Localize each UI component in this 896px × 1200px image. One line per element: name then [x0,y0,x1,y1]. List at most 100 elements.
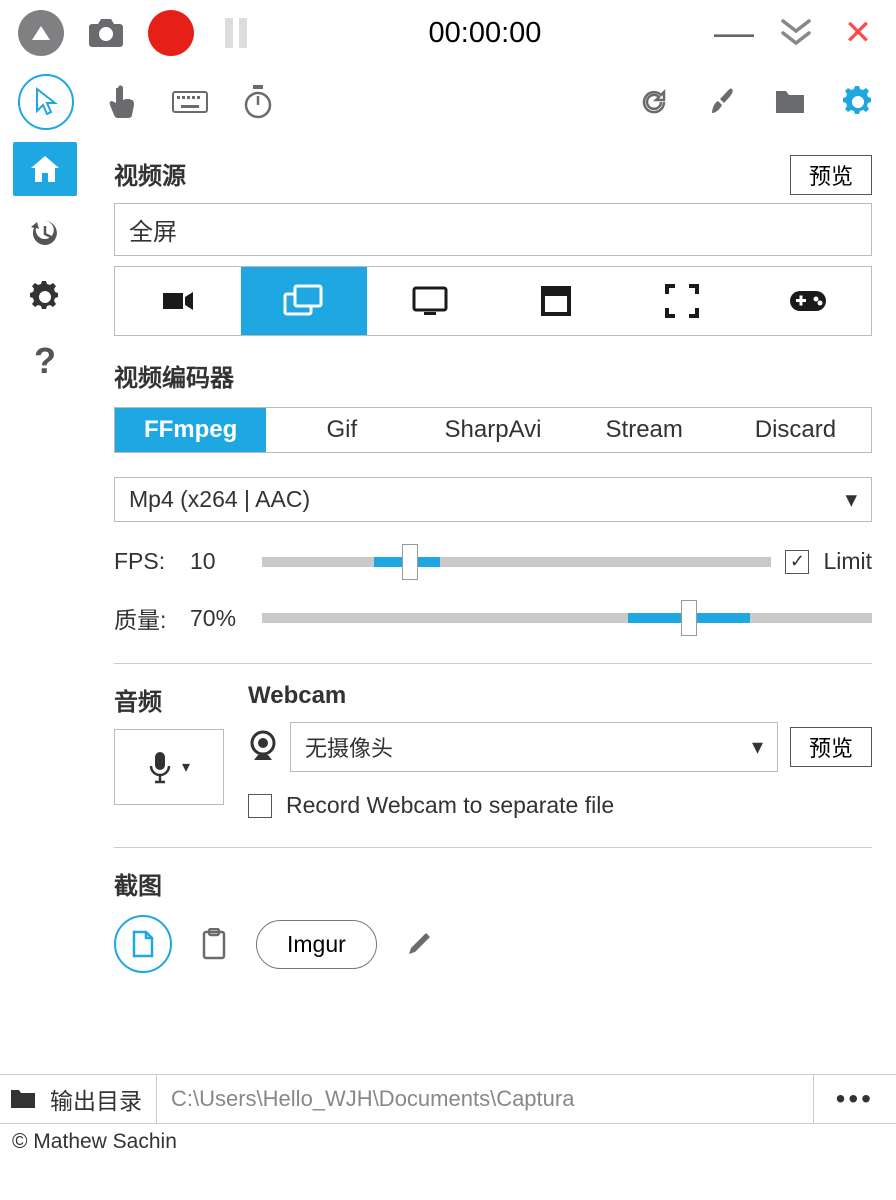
codec-value: Mp4 (x264 | AAC) [129,486,310,513]
divider [114,847,872,848]
mic-icon [148,750,172,784]
audio-button[interactable]: ▾ [114,729,224,805]
nav-help[interactable]: ? [13,334,77,388]
video-source-value: 全屏 [129,219,177,246]
refresh-icon [639,87,669,117]
imgur-button[interactable]: Imgur [256,920,377,969]
keyboard-icon [172,91,208,113]
refresh-button[interactable] [634,82,674,122]
source-type-tabs [114,266,872,336]
pause-icon [225,18,247,48]
timer-display: 00:00:00 [278,17,692,50]
home-icon [29,154,61,184]
chevron-down-icon: ▾ [845,486,857,513]
click-tool[interactable] [102,82,142,122]
videocam-icon [161,289,195,313]
source-window[interactable] [493,267,619,335]
divider [114,663,872,664]
output-footer: 输出目录 C:\Users\Hello_WJH\Documents\Captur… [0,1074,896,1124]
preview-button[interactable]: 预览 [790,155,872,195]
source-game[interactable] [745,267,871,335]
video-source-select[interactable]: 全屏 [114,203,872,256]
settings-button[interactable] [838,82,878,122]
source-region[interactable] [619,267,745,335]
encoder-tab-gif[interactable]: Gif [266,408,417,452]
more-button[interactable]: ••• [814,1083,896,1115]
source-monitor[interactable] [367,267,493,335]
nav-home[interactable] [13,142,77,196]
encoder-tab-discard[interactable]: Discard [720,408,871,452]
quality-label: 质量: [114,601,176,635]
history-icon [29,217,61,249]
webcam-label: Webcam [248,682,872,710]
stopwatch-icon [243,85,273,119]
fps-row: FPS: 10 ✓ Limit [114,548,872,575]
collapse-button[interactable] [18,10,64,56]
copyright: © Mathew Sachin [0,1124,896,1160]
nav-history[interactable] [13,206,77,260]
screenshot-button[interactable] [86,13,126,53]
pause-button[interactable] [216,13,256,53]
output-path[interactable]: C:\Users\Hello_WJH\Documents\Captura [157,1075,814,1123]
clipboard-button[interactable] [194,924,234,964]
chevron-down-icon: ▾ [182,757,190,777]
camera-icon [89,19,123,47]
encoder-tabs: FFmpeg Gif SharpAvi Stream Discard [114,407,872,453]
minimize-button[interactable]: — [714,13,754,53]
video-source-label: 视频源 [114,156,186,191]
expand-down-button[interactable] [776,13,816,53]
file-icon [132,930,154,958]
clipboard-icon [201,928,227,960]
screens-icon [283,284,325,318]
output-dir-label[interactable]: 输出目录 [0,1075,157,1123]
folder-button[interactable] [770,82,810,122]
encoder-tab-sharpavi[interactable]: SharpAvi [417,408,568,452]
nav-settings[interactable] [13,270,77,324]
brush-icon [707,87,737,117]
edit-button[interactable] [399,924,439,964]
window-icon [541,286,571,316]
encoder-tab-stream[interactable]: Stream [569,408,720,452]
record-button[interactable] [148,10,194,56]
keyboard-tool[interactable] [170,82,210,122]
quality-row: 质量: 70% [114,601,872,635]
encoder-tab-ffmpeg[interactable]: FFmpeg [115,408,266,452]
audio-label: 音频 [114,682,224,717]
limit-label: Limit [823,548,872,575]
webcam-select[interactable]: 无摄像头 ▾ [290,722,778,772]
webcam-icon [248,730,278,764]
folder-icon [10,1089,36,1109]
screenshot-targets: Imgur [114,915,872,973]
source-camera[interactable] [115,267,241,335]
fps-label: FPS: [114,548,176,575]
webcam-value: 无摄像头 [305,731,393,763]
encoder-label: 视频编码器 [114,358,872,393]
timer-tool[interactable] [238,82,278,122]
topbar: 00:00:00 — ✕ [0,0,896,66]
fps-slider[interactable] [262,557,771,567]
monitor-icon [412,286,448,316]
codec-select[interactable]: Mp4 (x264 | AAC) ▾ [114,477,872,522]
region-icon [665,284,699,318]
quality-value: 70% [190,605,248,632]
record-separate-checkbox[interactable] [248,794,272,818]
source-screens[interactable] [241,267,367,335]
close-button[interactable]: ✕ [838,13,878,53]
save-file-button[interactable] [114,915,172,973]
screenshot-label: 截图 [114,866,872,901]
tools-toolbar [0,66,896,138]
left-nav: ? [0,138,90,1074]
webcam-preview-button[interactable]: 预览 [790,727,872,767]
quality-slider[interactable] [262,613,872,623]
gear-icon [29,281,61,313]
chevron-down-icon: ▾ [752,734,763,760]
hand-pointer-icon [108,85,136,119]
webcam-section: Webcam 无摄像头 ▾ 预览 Record Webcam to separa… [248,682,872,819]
audio-section: 音频 ▾ [114,682,224,819]
brush-button[interactable] [702,82,742,122]
folder-icon [774,89,806,115]
cursor-tool[interactable] [18,74,74,130]
fps-value: 10 [190,548,248,575]
limit-checkbox[interactable]: ✓ [785,550,809,574]
cursor-icon [34,87,58,117]
